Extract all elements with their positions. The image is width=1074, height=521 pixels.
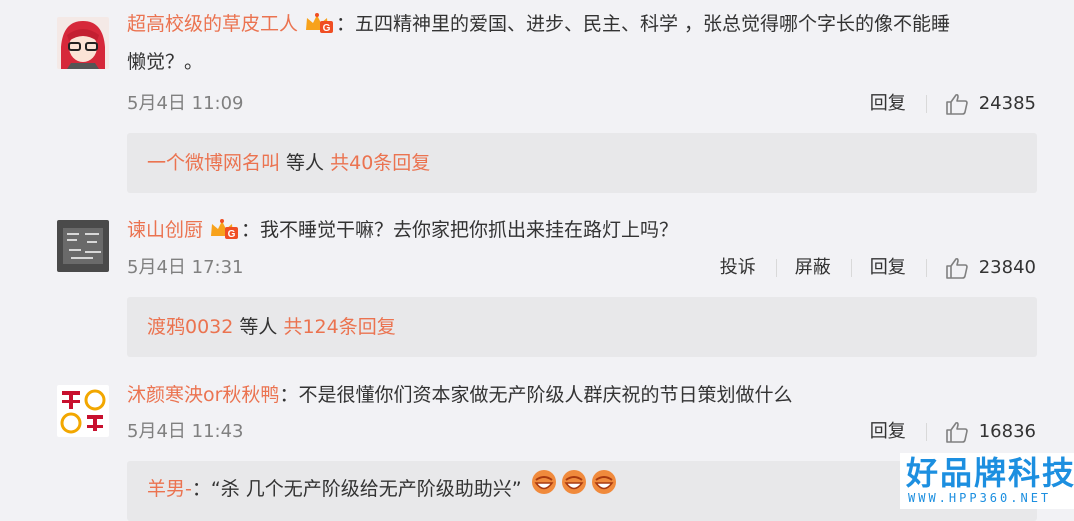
replies-summary[interactable]: 一个微博网名叫 等人 共40条回复 <box>127 133 1037 193</box>
comment-date: 5月4日 11:43 <box>127 421 244 442</box>
like-button[interactable]: 23840 <box>945 253 1036 283</box>
svg-text:G: G <box>228 229 236 240</box>
divider <box>925 95 927 113</box>
comment-date: 5月4日 11:09 <box>127 93 244 114</box>
svg-text:G: G <box>323 23 331 34</box>
like-button[interactable]: 24385 <box>945 89 1036 119</box>
replies-count-link[interactable]: 共40条回复 <box>330 152 430 174</box>
vip-crown-icon: G <box>209 217 239 251</box>
like-count: 24385 <box>978 93 1036 114</box>
thumbs-up-icon <box>945 257 968 279</box>
comment-meta: 5月4日 11:43 回复 16836 <box>127 417 1036 447</box>
watermark-url: WWW.HPP360.NET <box>908 491 1052 505</box>
comment-text: 谏山创厨 G ：我不睡觉干嘛？去你家把你抓出来挂在路灯上吗？ <box>127 213 1044 251</box>
comment-body-line2: 懒觉？。 <box>127 51 204 73</box>
reply-button[interactable]: 回复 <box>870 89 906 119</box>
comment-body: ：不是很懂你们资本家做无产阶级人群庆祝的节日策划做什么 <box>279 384 793 406</box>
avatar[interactable] <box>57 17 109 69</box>
reply-users-link[interactable]: 一个微博网名叫 <box>147 152 280 174</box>
replies-mid-text: 等人 <box>233 316 284 338</box>
comment-body: ：我不睡觉干嘛？去你家把你抓出来挂在路灯上吗？ <box>241 219 679 241</box>
watermark-title: 好品牌科技网 <box>906 454 1074 492</box>
comment-actions: 回复 24385 <box>870 89 1036 119</box>
laughing-emoji-icon <box>560 462 588 518</box>
reply-preview-text: ：“杀 几个无产阶级给无产阶级助助兴” <box>191 478 522 500</box>
comment-date: 5月4日 17:31 <box>127 257 244 278</box>
username-link[interactable]: 谏山创厨 <box>127 219 203 241</box>
report-button[interactable]: 投诉 <box>720 253 756 283</box>
replies-summary[interactable]: 渡鸦0032 等人 共124条回复 <box>127 297 1037 357</box>
comment-meta: 5月4日 17:31 投诉 屏蔽 回复 23840 <box>127 253 1036 283</box>
divider <box>925 259 927 277</box>
divider <box>775 259 777 277</box>
vip-crown-icon: G <box>304 11 334 45</box>
like-count: 16836 <box>978 421 1036 442</box>
divider <box>925 423 927 441</box>
reply-user-link[interactable]: 羊男- <box>147 478 192 500</box>
reply-button[interactable]: 回复 <box>870 417 906 447</box>
block-button[interactable]: 屏蔽 <box>795 253 831 283</box>
comment-body: ：五四精神里的爱国、进步、民主、科学 ，张总觉得哪个字长的像不能睡 <box>336 13 951 35</box>
watermark: 好品牌科技网 WWW.HPP360.NET <box>900 453 1074 509</box>
comment-meta: 5月4日 11:09 回复 24385 <box>127 89 1036 119</box>
avatar[interactable] <box>57 220 109 272</box>
divider <box>850 259 852 277</box>
thumbs-up-icon <box>945 421 968 443</box>
like-count: 23840 <box>978 257 1036 278</box>
thumbs-up-icon <box>945 93 968 115</box>
reply-users-link[interactable]: 渡鸦0032 <box>147 316 233 338</box>
replies-mid-text: 等人 <box>280 152 331 174</box>
comment-text: 沐颜寒泱or秋秋鸭：不是很懂你们资本家做无产阶级人群庆祝的节日策划做什么 <box>127 378 1044 412</box>
comment-actions: 投诉 屏蔽 回复 23840 <box>720 253 1036 283</box>
like-button[interactable]: 16836 <box>945 417 1036 447</box>
replies-count-link[interactable]: 共124条回复 <box>283 316 395 338</box>
laughing-emoji-icon <box>590 462 618 518</box>
laughing-emoji-icon <box>530 462 558 518</box>
reply-button[interactable]: 回复 <box>870 253 906 283</box>
username-link[interactable]: 沐颜寒泱or秋秋鸭 <box>127 384 279 406</box>
username-link[interactable]: 超高校级的草皮工人 <box>127 13 298 35</box>
comment-text: 超高校级的草皮工人 G ：五四精神里的爱国、进步、民主、科学 ，张总觉得哪个字长的像… <box>127 7 1044 79</box>
comment-actions: 回复 16836 <box>870 417 1036 447</box>
avatar[interactable] <box>57 385 109 437</box>
